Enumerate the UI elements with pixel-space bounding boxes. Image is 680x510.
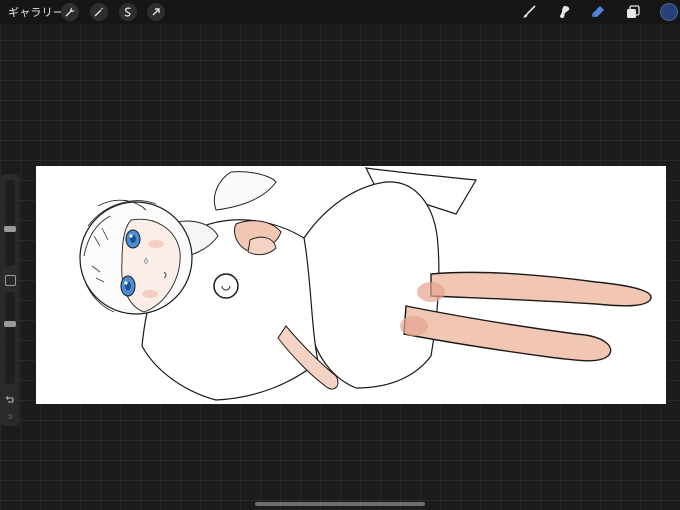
- layers-icon: [627, 5, 640, 18]
- opacity-slider[interactable]: [5, 292, 15, 384]
- gallery-button[interactable]: ギャラリー: [8, 4, 64, 20]
- home-indicator: [255, 502, 425, 506]
- eraser-button[interactable]: [589, 3, 607, 21]
- undo-icon: [5, 396, 14, 403]
- redo-icon: [8, 414, 13, 419]
- smudge-icon: [560, 6, 570, 19]
- brush-size-thumb[interactable]: [4, 226, 16, 233]
- selection-button[interactable]: [119, 3, 137, 21]
- opacity-thumb[interactable]: [4, 321, 16, 328]
- brush-icon: [523, 5, 536, 18]
- artwork-illustration: [79, 167, 652, 401]
- sidebar: [1, 174, 19, 426]
- transform-arrow-icon: [152, 8, 160, 16]
- selection-icon: [124, 7, 131, 17]
- smudge-button[interactable]: [555, 3, 573, 21]
- layers-button[interactable]: [624, 3, 642, 21]
- eraser-icon: [591, 6, 604, 18]
- actions-button[interactable]: [61, 3, 79, 21]
- brush-button[interactable]: [520, 3, 538, 21]
- brush-size-slider[interactable]: [5, 180, 15, 266]
- modify-button[interactable]: [5, 275, 16, 286]
- drawing-canvas[interactable]: [36, 166, 666, 404]
- color-picker-button[interactable]: [660, 3, 678, 21]
- adjustments-button[interactable]: [90, 3, 108, 21]
- undo-button[interactable]: [4, 394, 16, 406]
- top-toolbar: ギャラリー: [0, 0, 680, 24]
- wrench-icon: [65, 7, 75, 17]
- transform-button[interactable]: [147, 3, 165, 21]
- redo-button[interactable]: [4, 412, 16, 422]
- magic-wand-icon: [94, 7, 104, 17]
